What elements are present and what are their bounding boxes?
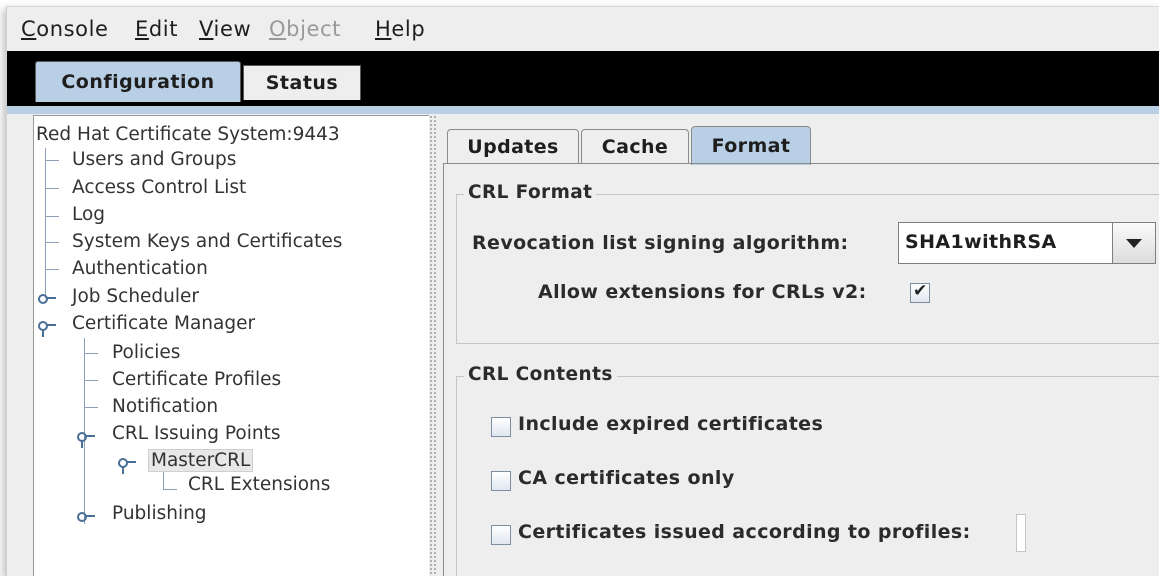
tree-connector (45, 148, 46, 298)
tree-connector (45, 160, 59, 161)
tree-item-crl-extensions[interactable]: CRL Extensions (188, 474, 330, 495)
tree-item-mastercrl[interactable]: MasterCRL (148, 449, 254, 472)
checkmark-icon: ✔ (913, 281, 928, 301)
tree-connector (45, 188, 59, 189)
tree-item-publishing[interactable]: Publishing (112, 503, 207, 524)
menu-bar: Console Edit View Object Help (7, 7, 1159, 51)
tree-item-system-keys[interactable]: System Keys and Certificates (72, 231, 342, 252)
menu-view[interactable]: View (199, 17, 251, 41)
tree-item-log[interactable]: Log (72, 204, 105, 225)
tree-connector (45, 269, 59, 270)
profiles-input[interactable] (1016, 514, 1026, 552)
menu-console[interactable]: Console (21, 17, 109, 41)
tree-item-job-scheduler[interactable]: Job Scheduler (72, 286, 199, 307)
tab-format[interactable]: Format (691, 126, 811, 165)
tree-connector (84, 407, 98, 408)
navigation-tree: Red Hat Certificate System:9443 Users an… (33, 115, 431, 576)
splitter-handle[interactable] (429, 115, 437, 576)
tree-item-certificate-manager[interactable]: Certificate Manager (72, 313, 255, 334)
crl-format-group (456, 194, 1159, 344)
crl-contents-legend: CRL Contents (464, 364, 617, 385)
tab-updates[interactable]: Updates (447, 129, 579, 164)
expanded-node-handle-icon[interactable] (77, 430, 95, 448)
tree-item-certificate-profiles[interactable]: Certificate Profiles (112, 369, 281, 390)
algorithm-selected-value: SHA1withRSA (905, 231, 1057, 253)
tab-status[interactable]: Status (243, 65, 361, 100)
profiles-label: Certificates issued according to profile… (518, 521, 971, 543)
tab-cache[interactable]: Cache (581, 129, 689, 164)
expanded-node-handle-icon[interactable] (38, 319, 56, 337)
collapsed-node-handle-icon[interactable] (77, 510, 95, 522)
ca-only-checkbox[interactable] (491, 471, 511, 491)
tree-item-users-and-groups[interactable]: Users and Groups (72, 149, 236, 170)
tree-connector (84, 353, 98, 354)
menu-edit[interactable]: Edit (135, 17, 178, 41)
tree-item-notification[interactable]: Notification (112, 396, 218, 417)
menu-help[interactable]: Help (375, 17, 425, 41)
collapsed-node-handle-icon[interactable] (38, 292, 56, 304)
include-expired-checkbox[interactable] (491, 417, 511, 437)
profiles-checkbox[interactable] (491, 525, 511, 545)
algorithm-select[interactable]: SHA1withRSA (898, 222, 1156, 264)
algo-label: Revocation list signing algorithm: (472, 232, 849, 254)
tree-item-crl-issuing-points[interactable]: CRL Issuing Points (112, 423, 280, 444)
include-expired-label: Include expired certificates (518, 413, 824, 435)
format-tab-content: CRL Format Revocation list signing algor… (443, 163, 1159, 576)
allow-extensions-checkbox[interactable]: ✔ (910, 281, 930, 303)
expanded-node-handle-icon[interactable] (118, 456, 136, 474)
menu-object: Object (269, 17, 342, 41)
tree-connector (84, 380, 98, 381)
main-tab-bar: Configuration Status (7, 51, 1159, 107)
tree-connector (45, 242, 59, 243)
crl-format-legend: CRL Format (464, 182, 597, 203)
detail-panel: Updates Cache Format CRL Format Revocati… (437, 115, 1159, 576)
tab-configuration[interactable]: Configuration (35, 61, 241, 102)
tree-item-authentication[interactable]: Authentication (72, 258, 208, 279)
ext-label: Allow extensions for CRLs v2: (538, 281, 867, 303)
tree-item-policies[interactable]: Policies (112, 342, 180, 363)
dropdown-arrow-icon[interactable] (1112, 223, 1155, 263)
tree-connector (163, 489, 177, 490)
tree-root[interactable]: Red Hat Certificate System:9443 (36, 124, 340, 145)
console-window: Console Edit View Object Help Configurat… (6, 6, 1159, 576)
tree-item-access-control-list[interactable]: Access Control List (72, 177, 246, 198)
tree-connector (45, 216, 59, 217)
tab-underline (7, 106, 1159, 114)
tree-connector (163, 472, 164, 490)
ca-only-label: CA certificates only (518, 467, 735, 489)
